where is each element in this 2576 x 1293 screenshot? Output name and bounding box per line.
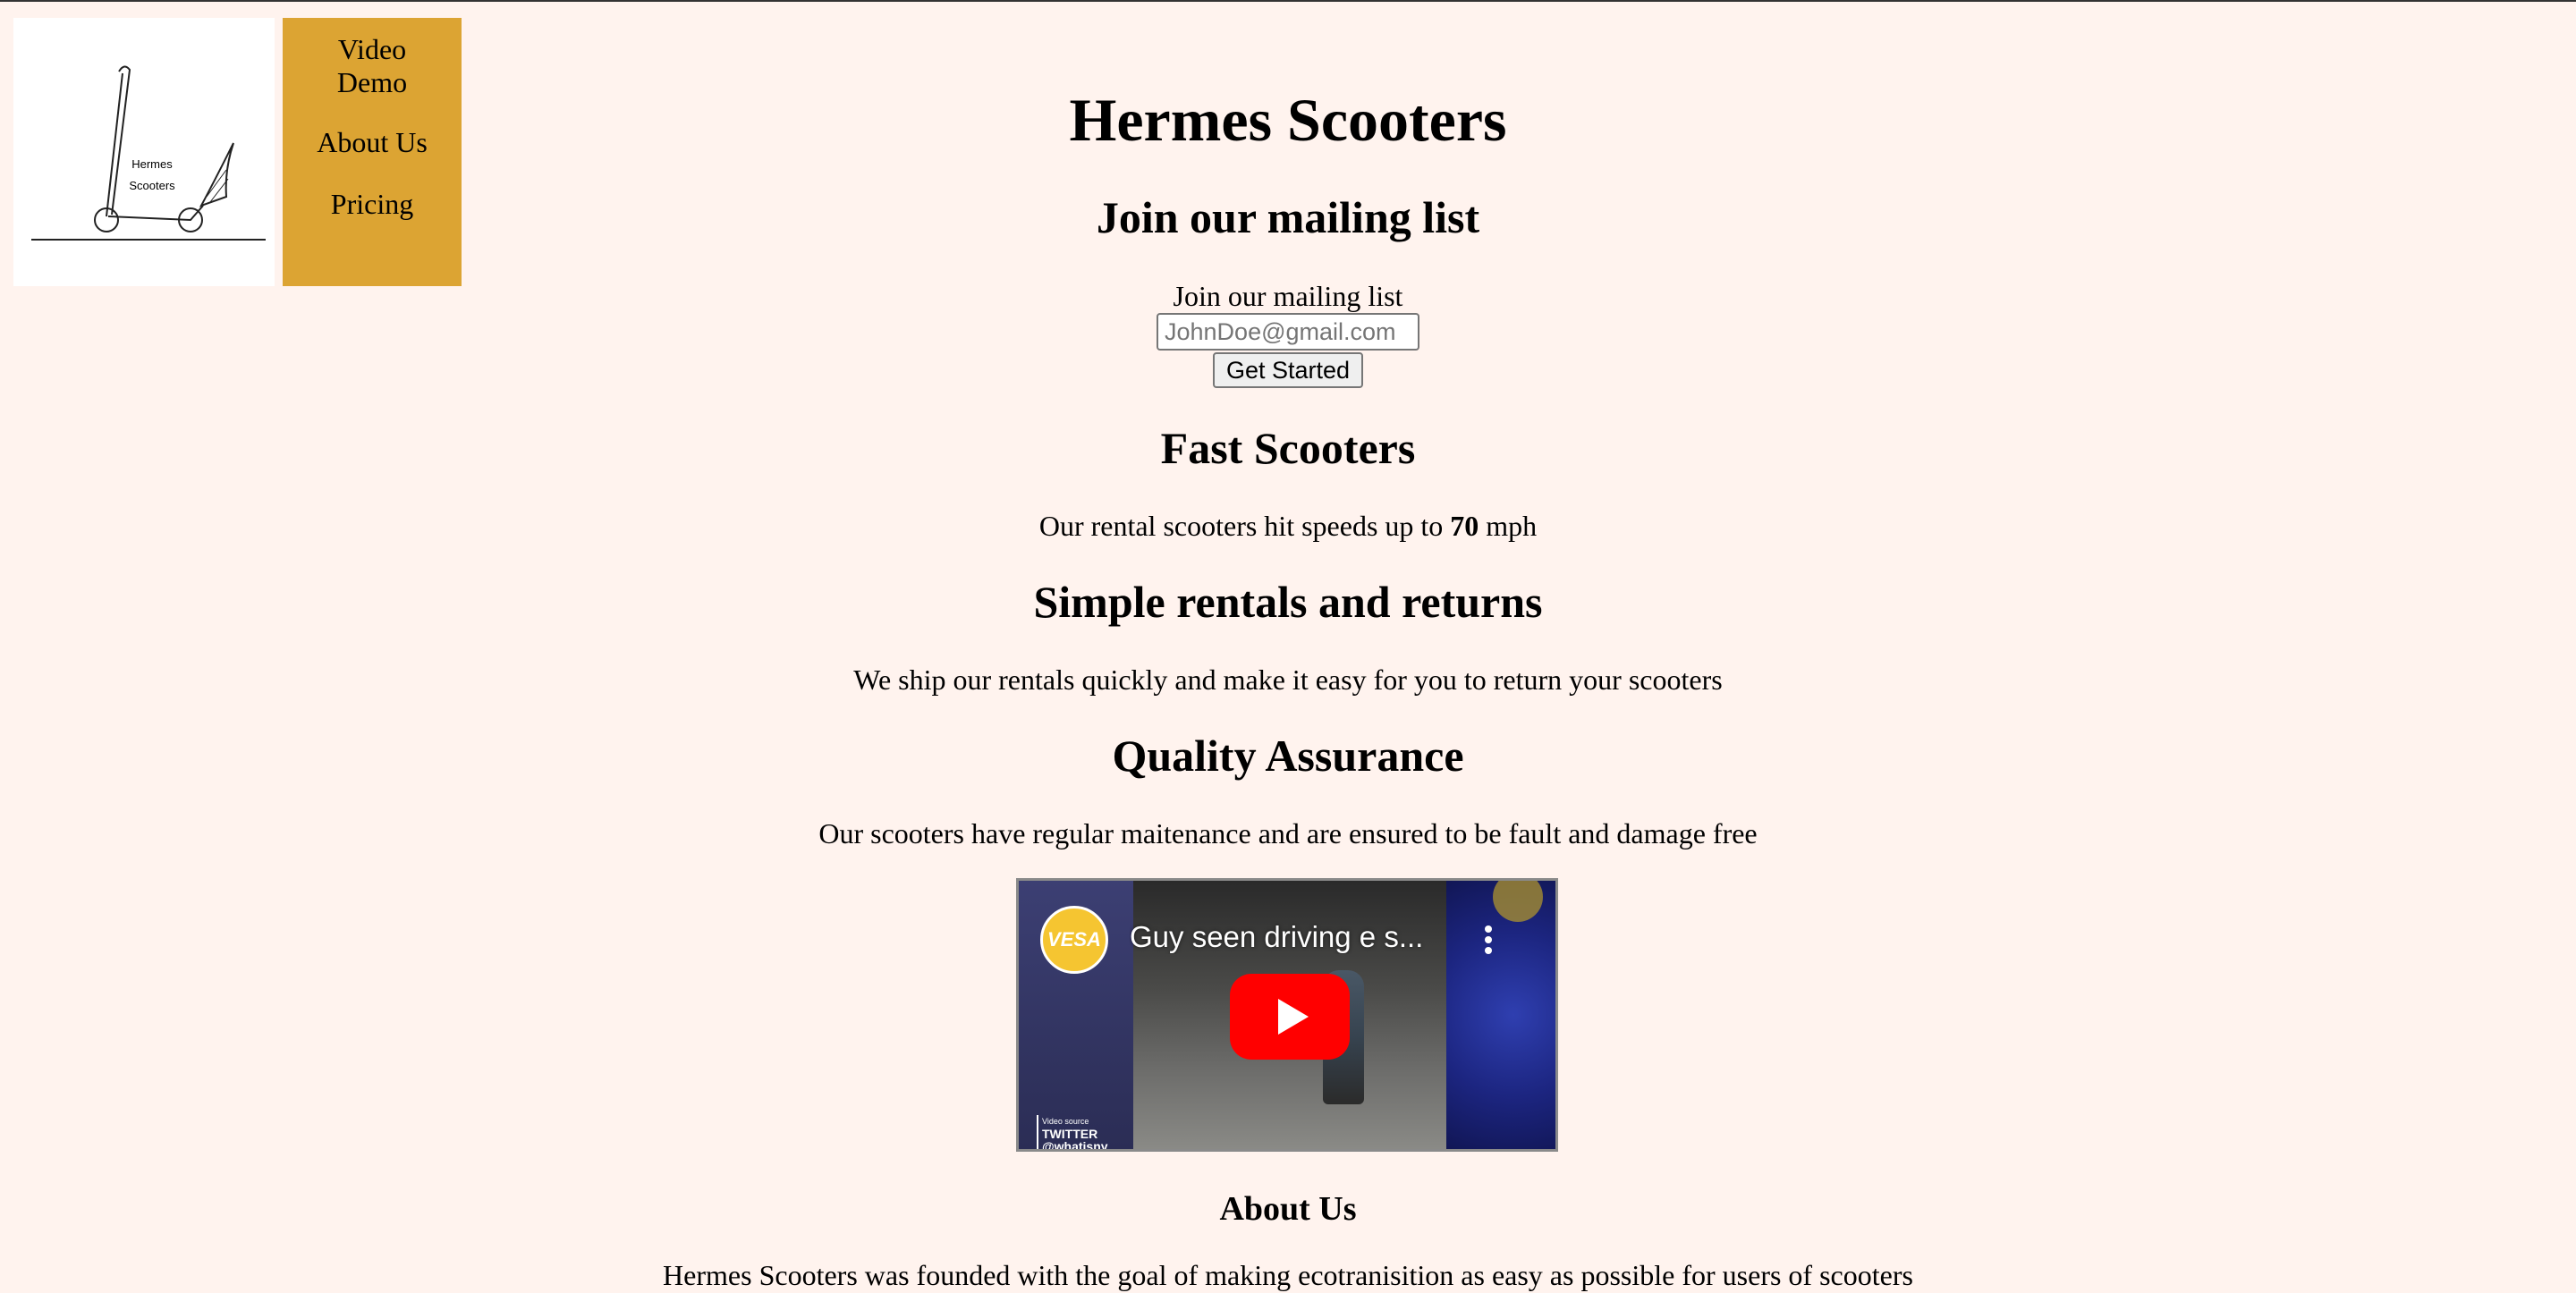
get-started-button[interactable]: Get Started	[1213, 352, 1363, 388]
fast-scooters-text: Our rental scooters hit speeds up to 70 …	[1038, 510, 1538, 542]
about-text: Hermes Scooters was founded with the goa…	[663, 1259, 1913, 1291]
fast-scooters-heading: Fast Scooters	[1160, 423, 1416, 473]
about-heading: About Us	[1219, 1190, 1357, 1228]
logo-text-line1: Hermes	[131, 157, 173, 171]
video-right-panel	[1446, 881, 1555, 1149]
email-input[interactable]	[1157, 313, 1419, 351]
logo-text-line2: Scooters	[129, 179, 175, 192]
video-title[interactable]: Guy seen driving e s...	[1130, 920, 1434, 954]
rentals-heading: Simple rentals and returns	[1033, 577, 1543, 627]
quality-heading: Quality Assurance	[1112, 731, 1464, 781]
mailing-heading: Join our mailing list	[1096, 192, 1480, 242]
mailing-label: Join our mailing list	[1173, 280, 1403, 312]
channel-avatar[interactable]: VESA	[1040, 906, 1108, 974]
quality-text: Our scooters have regular maitenance and…	[818, 817, 1758, 849]
rentals-text: We ship our rentals quickly and make it …	[853, 663, 1723, 696]
more-options-icon[interactable]	[1484, 925, 1493, 958]
play-button-icon[interactable]	[1230, 974, 1350, 1060]
video-source-credit: Video source TWITTER @whatisny	[1037, 1115, 1108, 1149]
video-embed[interactable]: VESA Guy seen driving e s... Video sourc…	[1016, 878, 1558, 1152]
speed-value: 70	[1450, 510, 1479, 542]
page-title: Hermes Scooters	[1069, 86, 1507, 154]
